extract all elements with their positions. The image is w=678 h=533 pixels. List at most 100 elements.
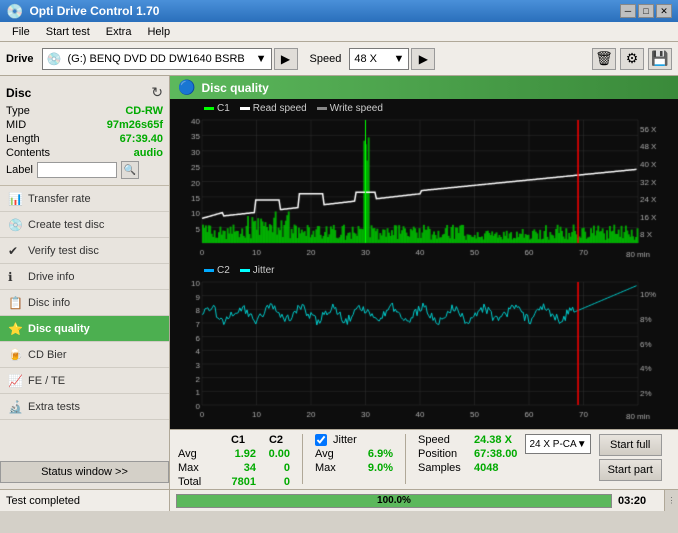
total-c2: 0 xyxy=(262,476,290,488)
sidebar-item-disc-quality[interactable]: ⭐ Disc quality xyxy=(0,316,169,342)
contents-value: audio xyxy=(134,147,163,159)
speed-selector[interactable]: 48 X ▼ xyxy=(349,48,409,70)
legend-c1: C1 xyxy=(204,103,230,114)
chart2-legend: C2 Jitter xyxy=(174,265,674,276)
right-panel: 🔵 Disc quality C1 Read speed xyxy=(170,76,678,489)
disc-quality-header-icon: 🔵 xyxy=(178,79,195,96)
transfer-rate-icon: 📊 xyxy=(8,192,23,206)
save-btn[interactable]: 💾 xyxy=(648,48,672,70)
speed-value: 24.38 X xyxy=(474,434,512,446)
type-label: Type xyxy=(6,105,30,117)
disc-refresh-btn[interactable]: ↻ xyxy=(151,84,163,101)
app-icon: 💿 xyxy=(6,3,23,20)
resize-handle[interactable]: ⋮ xyxy=(664,490,678,511)
type-value: CD-RW xyxy=(125,105,163,117)
progress-fill: 100.0% xyxy=(177,495,611,507)
disc-quality-title: Disc quality xyxy=(201,81,268,95)
extra-tests-icon: 🔬 xyxy=(8,400,23,414)
erase-btn[interactable]: 🗑 xyxy=(592,48,616,70)
menu-extra[interactable]: Extra xyxy=(98,24,140,40)
progress-time: 03:20 xyxy=(618,495,658,507)
chart2-canvas xyxy=(174,278,674,425)
speed-label: Speed xyxy=(310,53,342,65)
create-test-disc-icon: 💿 xyxy=(8,218,23,232)
legend-c2: C2 xyxy=(204,265,230,276)
status-window-btn[interactable]: Status window >> xyxy=(0,461,169,483)
disc-label-input[interactable] xyxy=(37,162,117,178)
total-c1: 7801 xyxy=(220,476,256,488)
sidebar-item-cd-bier[interactable]: 🍺 CD Bier xyxy=(0,342,169,368)
fe-te-icon: 📈 xyxy=(8,374,23,388)
minimize-button[interactable]: ─ xyxy=(620,4,636,18)
jitter-stats: Jitter Avg 6.9% Max 9.0% xyxy=(315,434,393,474)
chart1-canvas xyxy=(174,116,674,263)
drive-action-btn[interactable]: ▶ xyxy=(274,48,298,70)
cav-selector[interactable]: 24 X P-CA ▼ xyxy=(525,434,590,454)
position-label: Position xyxy=(418,448,468,460)
status-text: Test completed xyxy=(6,495,80,507)
speed-info: Speed 24.38 X Position 67:38.00 Samples … xyxy=(418,434,517,474)
max-c1: 34 xyxy=(220,462,256,474)
jitter-max-label: Max xyxy=(315,462,351,474)
sidebar-item-fe-te[interactable]: 📈 FE / TE xyxy=(0,368,169,394)
sidebar-item-disc-info[interactable]: 📋 Disc info xyxy=(0,290,169,316)
app-title: Opti Drive Control 1.70 xyxy=(29,4,159,18)
legend-jitter: Jitter xyxy=(240,265,275,276)
disc-panel: Disc ↻ Type CD-RW MID 97m26s65f Length 6… xyxy=(0,80,169,186)
sidebar-item-drive-info[interactable]: ℹ Drive info xyxy=(0,264,169,290)
speed-apply-btn[interactable]: ▶ xyxy=(411,48,435,70)
disc-info-icon: 📋 xyxy=(8,296,23,310)
label-icon-btn[interactable]: 🔍 xyxy=(121,161,139,179)
verify-test-disc-icon: ✔ xyxy=(8,244,18,258)
disc-quality-header: 🔵 Disc quality xyxy=(170,76,678,99)
charts-area: C1 Read speed Write speed xyxy=(170,99,678,429)
action-buttons: Start full Start part xyxy=(599,434,662,481)
disc-label-label: Label xyxy=(6,164,33,176)
sidebar-nav: 📊 Transfer rate 💿 Create test disc ✔ Ver… xyxy=(0,186,169,420)
length-label: Length xyxy=(6,133,40,145)
sidebar: Disc ↻ Type CD-RW MID 97m26s65f Length 6… xyxy=(0,76,170,489)
start-part-button[interactable]: Start part xyxy=(599,459,662,481)
status-completed: Test completed xyxy=(0,490,170,511)
jitter-avg-label: Avg xyxy=(315,448,351,460)
c1-header: C1 xyxy=(220,434,256,446)
drive-info-icon: ℹ xyxy=(8,270,13,284)
drive-selector[interactable]: 💿 (G:) BENQ DVD DD DW1640 BSRB ▼ xyxy=(42,48,272,70)
position-value: 67:38.00 xyxy=(474,448,517,460)
toolbar: Drive 💿 (G:) BENQ DVD DD DW1640 BSRB ▼ ▶… xyxy=(0,42,678,76)
c1c2-stats: C1 C2 Avg 1.92 0.00 Max 34 0 Total 7801 … xyxy=(178,434,290,488)
start-full-button[interactable]: Start full xyxy=(599,434,662,456)
maximize-button[interactable]: □ xyxy=(638,4,654,18)
cav-value: 24 X P-CA xyxy=(529,439,576,450)
samples-value: 4048 xyxy=(474,462,498,474)
speed-label-key: Speed xyxy=(418,434,468,446)
status-bar: Test completed 100.0% 03:20 ⋮ xyxy=(0,489,678,511)
settings-btn[interactable]: ⚙ xyxy=(620,48,644,70)
jitter-max-val: 9.0% xyxy=(357,462,393,474)
sidebar-item-create-test-disc[interactable]: 💿 Create test disc xyxy=(0,212,169,238)
length-value: 67:39.40 xyxy=(120,133,163,145)
menu-file[interactable]: File xyxy=(4,24,38,40)
close-button[interactable]: ✕ xyxy=(656,4,672,18)
menu-help[interactable]: Help xyxy=(139,24,178,40)
avg-label: Avg xyxy=(178,448,214,460)
menu-bar: File Start test Extra Help xyxy=(0,22,678,42)
sidebar-item-extra-tests[interactable]: 🔬 Extra tests xyxy=(0,394,169,420)
legend-write-speed: Write speed xyxy=(317,103,383,114)
sidebar-item-transfer-rate[interactable]: 📊 Transfer rate xyxy=(0,186,169,212)
mid-label: MID xyxy=(6,119,26,131)
jitter-label: Jitter xyxy=(333,434,357,446)
menu-start-test[interactable]: Start test xyxy=(38,24,98,40)
status-progress-area: 100.0% 03:20 xyxy=(170,494,664,508)
mid-value: 97m26s65f xyxy=(107,119,163,131)
progress-bar: 100.0% xyxy=(176,494,612,508)
total-label: Total xyxy=(178,476,214,488)
disc-quality-icon: ⭐ xyxy=(8,322,23,336)
jitter-checkbox[interactable] xyxy=(315,434,327,446)
jitter-avg-val: 6.9% xyxy=(357,448,393,460)
c2-header: C2 xyxy=(262,434,290,446)
disc-title: Disc xyxy=(6,86,31,100)
sidebar-item-verify-test-disc[interactable]: ✔ Verify test disc xyxy=(0,238,169,264)
stats-area: C1 C2 Avg 1.92 0.00 Max 34 0 Total 7801 … xyxy=(170,429,678,489)
title-bar: 💿 Opti Drive Control 1.70 ─ □ ✕ xyxy=(0,0,678,22)
